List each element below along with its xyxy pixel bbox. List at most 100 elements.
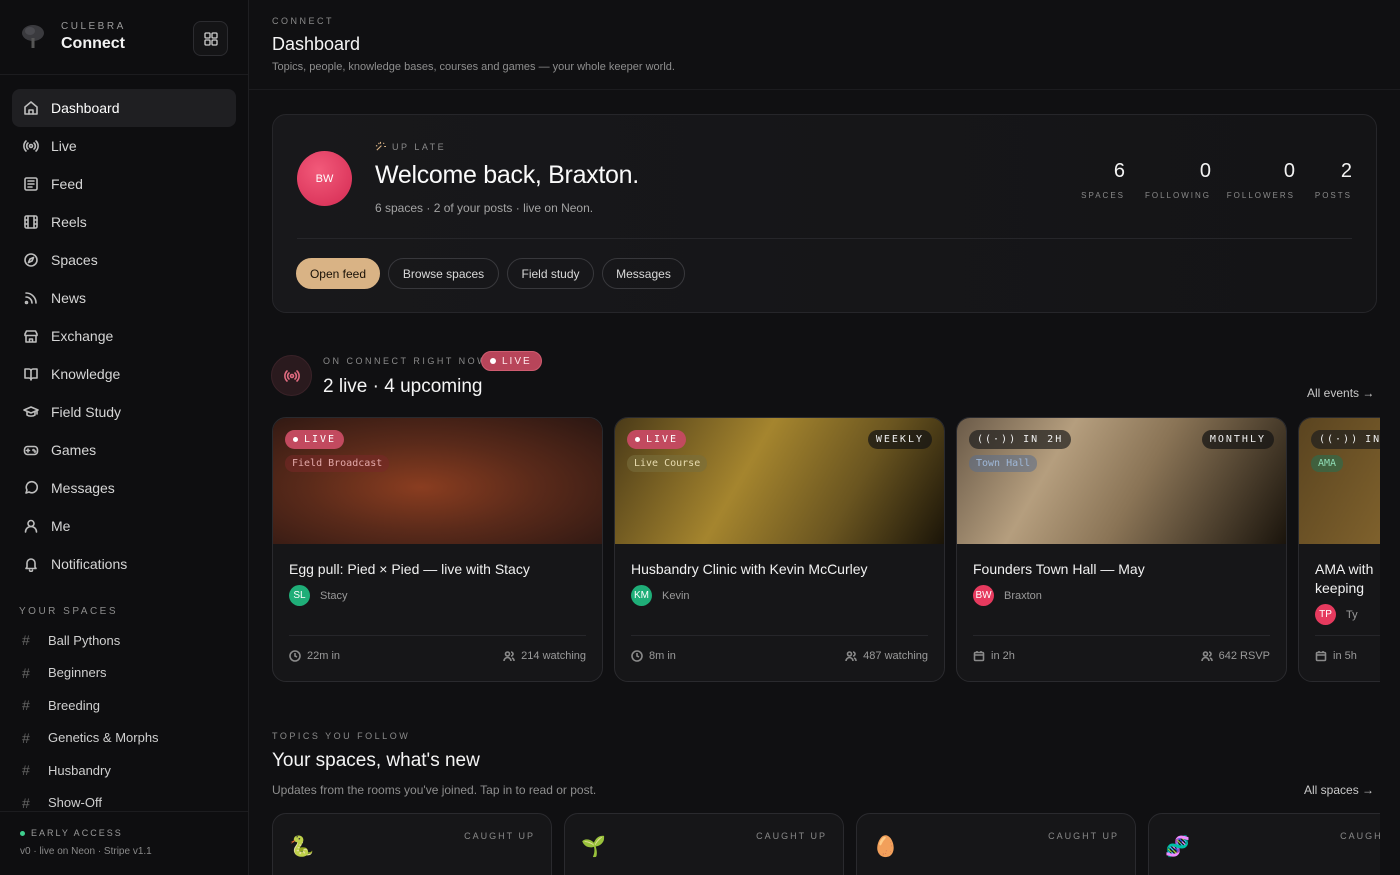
nav-item-dashboard[interactable]: Dashboard <box>12 89 236 127</box>
stat-posts[interactable]: 2 POSTS <box>1315 160 1352 200</box>
open-feed-button[interactable]: Open feed <box>296 258 380 289</box>
film-icon <box>24 215 38 229</box>
arrow-right-icon: → <box>1362 783 1375 797</box>
nav-item-reels[interactable]: Reels <box>12 203 236 241</box>
early-access-text: EARLY ACCESS <box>31 828 123 838</box>
sidebar-footer <box>0 811 248 875</box>
space-label: Breeding <box>48 697 101 713</box>
event-status-badge: LIVE <box>627 430 687 449</box>
stat-spaces[interactable]: 6 SPACES <box>1081 160 1125 200</box>
nav-item-notifications[interactable]: Notifications <box>12 545 236 583</box>
grid-icon <box>203 31 218 46</box>
audience-text: 487 watching <box>863 650 928 662</box>
chat-icon <box>25 480 39 494</box>
live-badge-text: LIVE <box>502 355 532 367</box>
event-card[interactable]: LIVE Live Course WEEKLY Husbandry Clinic… <box>614 417 945 682</box>
live-dot <box>293 437 298 442</box>
topics-kicker: TOPICS YOU FOLLOW <box>272 731 411 741</box>
snake-icon: 🐍 <box>289 836 314 858</box>
divider <box>631 635 928 636</box>
book-icon <box>24 368 38 381</box>
bell-icon <box>25 558 37 572</box>
hash-icon: # <box>22 697 30 714</box>
event-card[interactable]: ((·)) IN 2H Town Hall MONTHLY Founders To… <box>956 417 1287 682</box>
event-title: Egg pull: Pied × Pied — live with Stacy <box>289 561 530 577</box>
nav-label: Field Study <box>51 404 122 420</box>
space-item-genetics[interactable]: # Genetics & Morphs <box>22 722 159 755</box>
space-item-husbandry[interactable]: # Husbandry <box>22 754 159 787</box>
space-card[interactable]: 🥚 CAUGHT UP <box>856 813 1136 875</box>
nav-item-exchange[interactable]: Exchange <box>12 317 236 355</box>
space-card[interactable]: 🐍 CAUGHT UP <box>272 813 552 875</box>
browse-spaces-button[interactable]: Browse spaces <box>388 258 499 289</box>
broadcast-icon: ((·)) <box>977 434 1018 445</box>
space-cards: 🐍 CAUGHT UP 🌱 CAUGHT UP 🥚 CAUGHT UP 🧬 CAUGHT… <box>272 813 1380 875</box>
your-spaces-list: # Ball Pythons # Beginners # Breeding # Gene… <box>22 624 159 819</box>
event-card[interactable]: ((·)) IN 5H AMA AMA with keeping TP Ty in … <box>1298 417 1380 682</box>
stat-value: 2 <box>1340 160 1352 182</box>
seedling-icon: 🌱 <box>581 836 606 858</box>
time-text: in 5h <box>1333 650 1357 662</box>
main-content: CONNECT Dashboard Topics, people, knowle… <box>249 0 1400 875</box>
host-avatar: BW <box>973 585 994 606</box>
all-events-link[interactable]: All events → <box>1307 386 1374 400</box>
space-item-beginners[interactable]: # Beginners <box>22 657 159 690</box>
space-item-breeding[interactable]: # Breeding <box>22 689 159 722</box>
nav-label: News <box>51 290 87 306</box>
nav-label: Live <box>51 138 77 154</box>
status-dot <box>20 830 25 836</box>
brand-subtitle: CULEBRA <box>61 21 126 32</box>
nav-item-feed[interactable]: Feed <box>12 165 236 203</box>
live-dot <box>490 358 496 364</box>
stat-label: POSTS <box>1314 191 1352 200</box>
messages-button[interactable]: Messages <box>602 258 685 289</box>
event-frequency-badge: MONTHLY <box>1201 430 1274 449</box>
space-item-ball-pythons[interactable]: # Ball Pythons <box>22 624 159 657</box>
event-time: 22m in <box>289 650 340 662</box>
nav-label: Feed <box>51 176 83 192</box>
nav-item-news[interactable]: News <box>12 279 236 317</box>
nav-item-messages[interactable]: Messages <box>12 469 236 507</box>
nav-item-spaces[interactable]: Spaces <box>12 241 236 279</box>
stat-value: 6 <box>1113 160 1125 182</box>
nav-item-live[interactable]: Live <box>12 127 236 165</box>
avatar[interactable]: BW <box>297 151 352 206</box>
users-icon <box>845 651 857 662</box>
host-name: Stacy <box>320 589 348 602</box>
stat-value: 0 <box>1283 160 1295 182</box>
event-card[interactable]: LIVE Field Broadcast Egg pull: Pied × Pi… <box>272 417 603 682</box>
calendar-icon <box>973 651 985 662</box>
all-spaces-text: All spaces <box>1304 783 1359 797</box>
space-card[interactable]: 🌱 CAUGHT UP <box>564 813 844 875</box>
brand: CULEBRA Connect <box>0 0 248 75</box>
stat-followers[interactable]: 0 FOLLOWERS <box>1227 160 1295 200</box>
topics-subtitle: Updates from the rooms you've joined. Ta… <box>272 783 597 797</box>
status-text: LIVE <box>304 434 337 445</box>
divider <box>289 635 586 636</box>
stat-label: FOLLOWERS <box>1226 191 1295 200</box>
event-host: TP Ty <box>1315 604 1358 625</box>
nav-item-knowledge[interactable]: Knowledge <box>12 355 236 393</box>
live-dot <box>635 437 640 442</box>
event-kind-badge: AMA <box>1311 455 1344 472</box>
users-icon <box>1200 651 1213 662</box>
space-status: CAUGHT UP <box>1340 831 1380 841</box>
time-text: 8m in <box>649 650 676 662</box>
space-label: Husbandry <box>48 762 111 778</box>
nav-label: Spaces <box>51 252 98 268</box>
home-icon <box>24 101 38 115</box>
nav-label: Me <box>51 518 71 534</box>
all-spaces-link[interactable]: All spaces → <box>1304 783 1374 797</box>
stat-following[interactable]: 0 FOLLOWING <box>1145 160 1211 200</box>
time-text: in 2h <box>991 650 1015 662</box>
space-card[interactable]: 🧬 CAUGHT UP <box>1148 813 1380 875</box>
nav-item-games[interactable]: Games <box>12 431 236 469</box>
field-study-button[interactable]: Field study <box>507 258 594 289</box>
app-grid-button[interactable] <box>193 21 228 56</box>
page-header: CONNECT Dashboard Topics, people, knowle… <box>249 0 1400 90</box>
nav-item-field-study[interactable]: Field Study <box>12 393 236 431</box>
live-title: 2 live · 4 upcoming <box>323 376 483 397</box>
nav-item-me[interactable]: Me <box>12 507 236 545</box>
status-text: IN 5H <box>1365 434 1380 445</box>
sparkle-icon <box>375 141 386 151</box>
